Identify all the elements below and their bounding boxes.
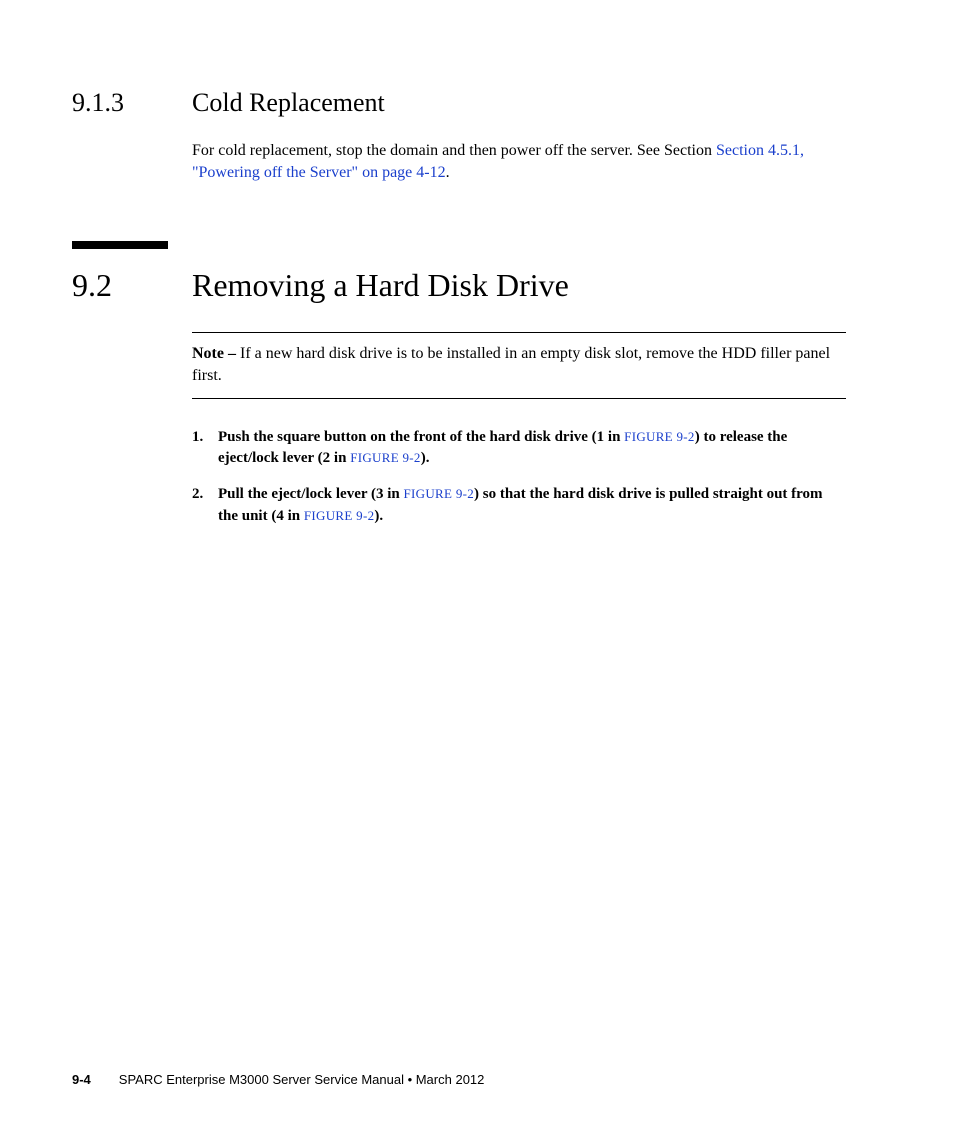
step-text: Push the square button on the front of t…: [218, 429, 624, 445]
step-text: ).: [421, 450, 430, 466]
step-number: 1.: [192, 427, 203, 449]
subsection-number: 9.1.3: [72, 88, 192, 118]
step-number: 2.: [192, 484, 203, 506]
para-text-prefix: For cold replacement, stop the domain an…: [192, 142, 716, 159]
step-text: ).: [374, 508, 383, 524]
subsection-title: Cold Replacement: [192, 88, 385, 118]
footer-text: SPARC Enterprise M3000 Server Service Ma…: [119, 1072, 485, 1087]
figure-reference-link[interactable]: FIGURE 9-2: [304, 508, 375, 523]
footer-page-number: 9-4: [72, 1072, 91, 1087]
note-text: If a new hard disk drive is to be instal…: [192, 345, 830, 384]
note-label: Note –: [192, 345, 240, 362]
step-text: Pull the eject/lock lever (3 in: [218, 486, 404, 502]
page-footer: 9-4 SPARC Enterprise M3000 Server Servic…: [72, 1072, 846, 1087]
figure-reference-link[interactable]: FIGURE 9-2: [404, 486, 475, 501]
page-content: 9.1.3 Cold Replacement For cold replacem…: [0, 0, 954, 528]
figure-reference-link[interactable]: FIGURE 9-2: [624, 429, 695, 444]
procedure-list: 1. Push the square button on the front o…: [192, 427, 846, 528]
procedure-step-2: 2. Pull the eject/lock lever (3 in FIGUR…: [192, 484, 846, 528]
subsection-heading-913: 9.1.3 Cold Replacement: [72, 88, 846, 118]
subsection-paragraph: For cold replacement, stop the domain an…: [192, 140, 846, 185]
section-rule: [72, 241, 168, 249]
section-heading-92: 9.2 Removing a Hard Disk Drive: [72, 267, 846, 304]
para-text-suffix: .: [446, 164, 450, 181]
note-box: Note – If a new hard disk drive is to be…: [192, 332, 846, 399]
figure-reference-link[interactable]: FIGURE 9-2: [350, 450, 421, 465]
procedure-step-1: 1. Push the square button on the front o…: [192, 427, 846, 471]
section-title: Removing a Hard Disk Drive: [192, 267, 569, 304]
section-number: 9.2: [72, 267, 192, 304]
